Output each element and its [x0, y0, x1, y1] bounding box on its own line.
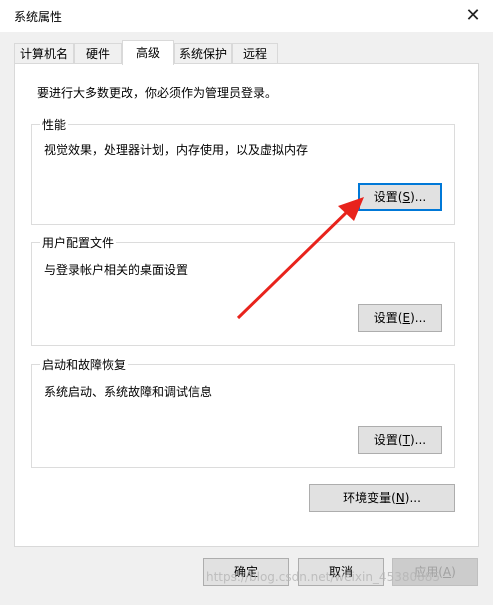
- startup-recovery-description: 系统启动、系统故障和调试信息: [44, 385, 213, 399]
- user-profiles-description: 与登录帐户相关的桌面设置: [44, 263, 189, 277]
- title-bar: 系统属性 ✕: [0, 0, 493, 32]
- window-title: 系统属性: [14, 10, 63, 24]
- advanced-tab-panel: 要进行大多数更改，你必须作为管理员登录。 性能 视觉效果，处理器计划，内存使用，…: [14, 63, 479, 547]
- tab-advanced[interactable]: 高级: [122, 40, 174, 65]
- user-profiles-group: 用户配置文件 与登录帐户相关的桌面设置 设置(E)...: [31, 234, 455, 346]
- performance-title: 性能: [40, 116, 69, 133]
- performance-settings-button[interactable]: 设置(S)...: [358, 183, 442, 211]
- user-profiles-settings-button[interactable]: 设置(E)...: [358, 304, 442, 332]
- close-icon[interactable]: ✕: [463, 6, 483, 26]
- tab-computer-name[interactable]: 计算机名: [14, 43, 74, 64]
- tab-remote[interactable]: 远程: [232, 43, 278, 64]
- tab-hardware[interactable]: 硬件: [74, 43, 122, 64]
- tab-system-protection[interactable]: 系统保护: [174, 43, 232, 64]
- watermark-text: https://blog.csdn.net/weixin_45380885: [206, 570, 441, 584]
- user-profiles-title: 用户配置文件: [40, 234, 117, 251]
- performance-description: 视觉效果，处理器计划，内存使用，以及虚拟内存: [44, 143, 309, 157]
- performance-group: 性能 视觉效果，处理器计划，内存使用，以及虚拟内存 设置(S)...: [31, 116, 455, 225]
- startup-recovery-title: 启动和故障恢复: [40, 356, 129, 373]
- admin-notice: 要进行大多数更改，你必须作为管理员登录。: [37, 86, 278, 100]
- system-properties-dialog: 系统属性 ✕ 计算机名 硬件 高级 系统保护 远程 要进行大多数更改，你必须作为…: [0, 0, 493, 605]
- startup-recovery-settings-button[interactable]: 设置(T)...: [358, 426, 442, 454]
- startup-recovery-group: 启动和故障恢复 系统启动、系统故障和调试信息 设置(T)...: [31, 356, 455, 468]
- environment-variables-button[interactable]: 环境变量(N)...: [309, 484, 455, 512]
